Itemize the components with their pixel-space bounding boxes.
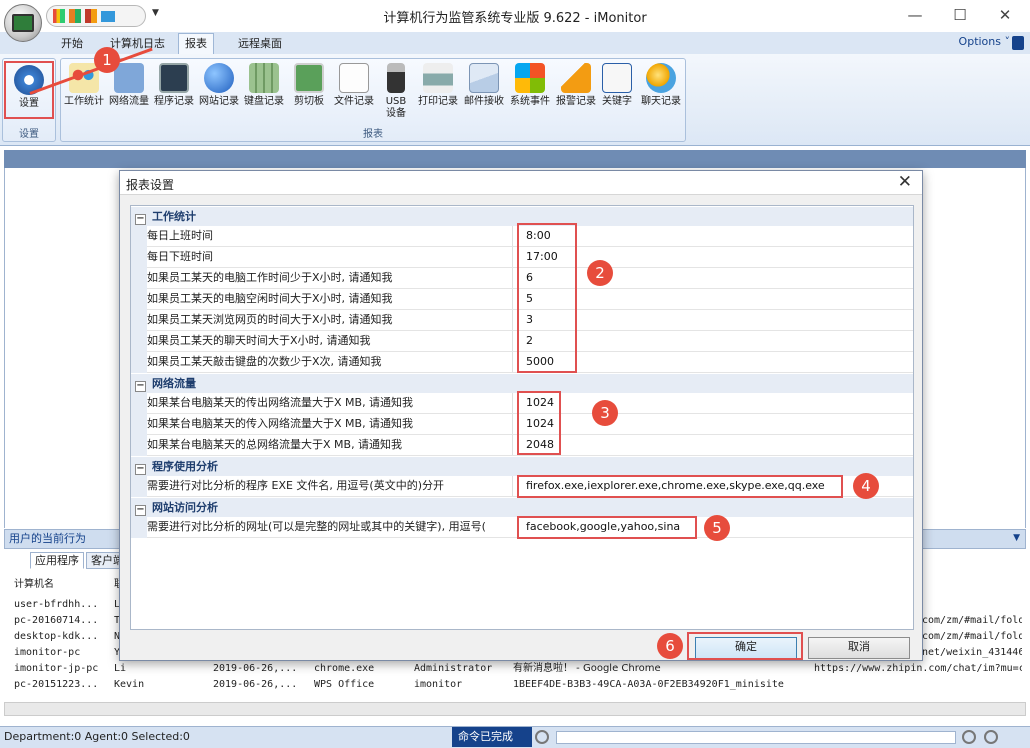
printer-icon xyxy=(423,63,453,93)
chat-log-button[interactable]: 聊天记录 xyxy=(639,63,683,108)
category-website-analysis[interactable]: − 网站访问分析 xyxy=(131,498,913,517)
highlight-box-website-value xyxy=(517,516,697,539)
system-event-button[interactable]: 系统事件 xyxy=(508,63,552,108)
category-program-analysis[interactable]: − 程序使用分析 xyxy=(131,457,913,476)
status-bar: Department:0 Agent:0 Selected:0 命令已完成 xyxy=(0,726,1030,748)
annotation-badge-2: 2 xyxy=(587,260,613,286)
annotation-badge-1: 1 xyxy=(94,47,120,73)
monitor-icon xyxy=(12,14,34,32)
warning-icon xyxy=(561,63,591,93)
options-menu[interactable]: Options ˅ xyxy=(959,35,1010,48)
cancel-button[interactable]: 取消 xyxy=(808,637,910,659)
annotation-badge-6: 6 xyxy=(657,633,683,659)
chat-icon xyxy=(646,63,676,93)
highlight-box-network-values xyxy=(517,391,561,455)
help-icon[interactable] xyxy=(1012,36,1024,50)
envelope-icon xyxy=(469,63,499,93)
dialog-title-bar xyxy=(120,171,922,195)
program-log-button[interactable]: 程序记录 xyxy=(153,63,195,108)
globe-icon xyxy=(204,63,234,93)
table-row[interactable]: pc-20151223... Kevin 2019-06-26,... WPS … xyxy=(10,677,1022,693)
website-log-button[interactable]: 网站记录 xyxy=(198,63,240,108)
status-counts: Department:0 Agent:0 Selected:0 xyxy=(4,730,190,743)
dialog-close-button[interactable]: ✕ xyxy=(898,172,912,192)
clipboard-button[interactable]: 剪切板 xyxy=(288,63,330,108)
settings-group: 设置 设置 xyxy=(2,58,56,142)
settings-group-label: 设置 xyxy=(19,129,39,140)
alarm-log-button[interactable]: 报警记录 xyxy=(554,63,598,108)
window-title: 计算机行为监管系统专业版 9.622 - iMonitor xyxy=(383,11,647,26)
panel-dropdown-icon[interactable]: ▼ xyxy=(1013,533,1020,543)
progress-field xyxy=(556,731,956,744)
report-settings-dialog: 报表设置 ✕ − 工作统计 每日上班时间 8:00 每日下班时间 17:00 如果员工… xyxy=(119,170,923,661)
print-log-button[interactable]: 打印记录 xyxy=(417,63,459,108)
dialog-title: 报表设置 xyxy=(126,178,175,192)
tab-applications[interactable]: 应用程序 xyxy=(30,552,84,569)
tab-remote-desktop[interactable]: 远程桌面 xyxy=(232,35,288,53)
report-group: 工作统计 网络流量 程序记录 网站记录 键盘记录 剪切板 文件记录 USB 设备… xyxy=(60,58,686,142)
usb-device-button[interactable]: USB 设备 xyxy=(378,63,414,120)
zoom-out-icon[interactable] xyxy=(962,730,976,744)
windows-icon xyxy=(515,63,545,93)
tab-report[interactable]: 报表 xyxy=(178,33,214,55)
collapse-icon[interactable]: − xyxy=(135,505,146,516)
file-log-button[interactable]: 文件记录 xyxy=(333,63,375,108)
zoom-in-icon[interactable] xyxy=(984,730,998,744)
highlight-box-ok xyxy=(687,632,803,660)
status-message: 命令已完成 xyxy=(452,727,532,747)
table-row[interactable]: imonitor-jp-pc Li 2019-06-26,... chrome.… xyxy=(10,661,1022,677)
keyboard-icon xyxy=(249,63,279,93)
clipboard-icon xyxy=(294,63,324,93)
highlight-box-work-values xyxy=(517,223,577,373)
settings-button-label: 设置 xyxy=(19,98,39,109)
annotation-badge-4: 4 xyxy=(853,473,879,499)
maximize-button[interactable]: ☐ xyxy=(945,4,975,26)
main-header-bar xyxy=(4,150,1026,168)
keyword-button[interactable]: 关键字 xyxy=(599,63,635,108)
minimize-button[interactable]: — xyxy=(900,4,930,26)
collapse-icon[interactable]: − xyxy=(135,381,146,392)
horizontal-scrollbar[interactable] xyxy=(4,702,1026,716)
highlight-box-program-value xyxy=(517,475,843,498)
collapse-icon[interactable]: − xyxy=(135,464,146,475)
app-menu-button[interactable] xyxy=(4,4,42,42)
annotation-badge-5: 5 xyxy=(704,515,730,541)
collapse-icon[interactable]: − xyxy=(135,214,146,225)
mail-receive-button[interactable]: 邮件接收 xyxy=(462,63,506,108)
settings-button[interactable]: 设置 xyxy=(4,61,54,119)
keyboard-log-button[interactable]: 键盘记录 xyxy=(243,63,285,108)
zoom-icon[interactable] xyxy=(535,730,549,744)
usb-icon xyxy=(387,63,405,93)
report-group-label: 报表 xyxy=(363,129,383,140)
info-document-icon xyxy=(602,63,632,93)
document-icon xyxy=(339,63,369,93)
terminal-icon xyxy=(159,63,189,93)
network-icon xyxy=(114,63,144,93)
tab-start[interactable]: 开始 xyxy=(55,35,89,53)
close-button[interactable]: ✕ xyxy=(990,4,1020,26)
annotation-badge-3: 3 xyxy=(592,400,618,426)
